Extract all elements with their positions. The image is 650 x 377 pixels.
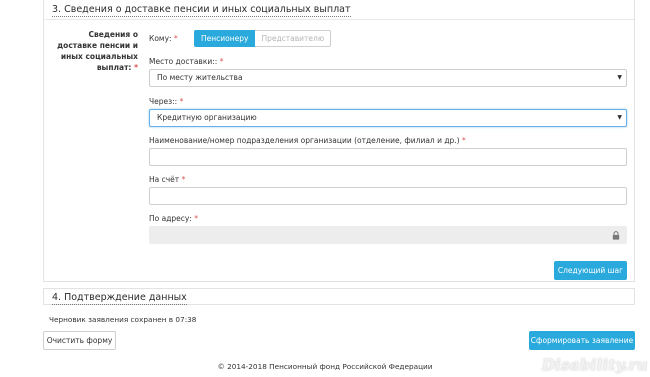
- required-mark: *: [219, 57, 224, 66]
- dropdown-arrow-icon: ▼: [617, 74, 622, 81]
- submit-application-button[interactable]: Сформировать заявление: [529, 331, 635, 350]
- org-name-label: Наименование/номер подразделения организ…: [149, 136, 466, 146]
- address-label: По адресу: *: [149, 214, 198, 224]
- required-mark: *: [194, 214, 198, 223]
- lock-icon: [612, 231, 620, 240]
- recipient-label-text: Кому:: [149, 34, 172, 43]
- recipient-option-representative[interactable]: Представителю: [255, 30, 332, 47]
- delivery-side-label-text: Сведения о доставке пенсии и иных социал…: [57, 30, 138, 72]
- recipient-toggle-group: Пенсионеру Представителю: [194, 30, 332, 47]
- delivery-place-label: Место доставки:: *: [149, 57, 223, 67]
- account-label: На счёт *: [149, 175, 185, 185]
- via-value: Кредитную организацию: [157, 113, 257, 122]
- dropdown-arrow-icon: ▼: [617, 114, 622, 121]
- account-label-text: На счёт: [149, 175, 180, 184]
- address-label-text: По адресу:: [149, 214, 192, 223]
- section-4-title[interactable]: 4. Подтверждение данных: [52, 291, 187, 305]
- required-mark: *: [181, 175, 186, 184]
- delivery-place-select[interactable]: По месту жительства ▼: [149, 69, 627, 87]
- required-mark: *: [173, 34, 178, 43]
- delivery-side-label: Сведения о доставке пенсии и иных социал…: [52, 29, 138, 73]
- next-step-button[interactable]: Следующий шаг: [554, 261, 627, 280]
- draft-status: Черновик заявления сохранен в 07:38: [49, 315, 197, 324]
- required-mark: *: [462, 136, 466, 145]
- section-3-title[interactable]: 3. Сведения о доставке пенсии и иных соц…: [52, 3, 351, 17]
- confirmation-section-panel: 4. Подтверждение данных: [43, 288, 635, 305]
- via-select[interactable]: Кредитную организацию ▼: [149, 109, 627, 127]
- org-name-input[interactable]: [149, 148, 627, 166]
- via-label: Через:: *: [149, 97, 183, 107]
- via-label-text: Через::: [149, 97, 178, 106]
- recipient-option-pensioner[interactable]: Пенсионеру: [194, 30, 256, 47]
- delivery-place-label-text: Место доставки::: [149, 57, 218, 66]
- address-input: [149, 226, 627, 244]
- required-mark: *: [179, 97, 184, 106]
- delivery-place-value: По месту жительства: [157, 73, 243, 82]
- org-name-label-text: Наименование/номер подразделения организ…: [149, 136, 460, 145]
- clear-form-button[interactable]: Очистить форму: [43, 331, 116, 350]
- account-input[interactable]: [149, 187, 627, 205]
- recipient-label: Кому: *: [149, 34, 178, 44]
- watermark: Disability.ru: [541, 356, 648, 374]
- required-mark: *: [134, 63, 138, 72]
- section-divider: [44, 19, 634, 20]
